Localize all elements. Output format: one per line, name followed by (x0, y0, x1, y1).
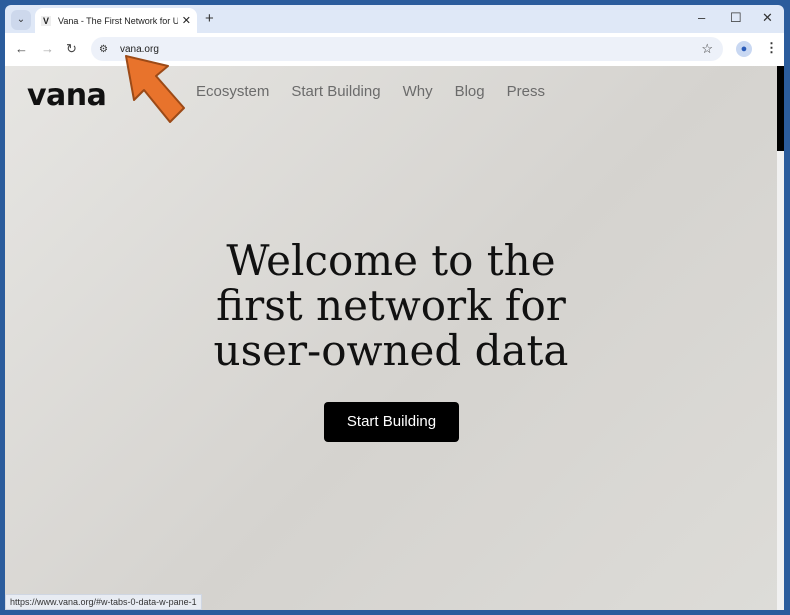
bookmark-star-icon[interactable]: ☆ (701, 41, 713, 57)
nav-start-building[interactable]: Start Building (291, 83, 380, 100)
annotation-arrow-icon (125, 55, 185, 123)
forward-icon[interactable]: → (41, 41, 54, 56)
scrollbar[interactable] (777, 66, 784, 610)
tab-title: Vana - The First Network for User-Owned … (58, 15, 178, 26)
close-window-icon[interactable]: ✕ (762, 10, 773, 26)
active-tab[interactable]: V Vana - The First Network for User-Owne… (35, 8, 197, 33)
minimize-icon[interactable]: – (698, 10, 705, 25)
nav-press[interactable]: Press (507, 83, 545, 100)
nav-ecosystem[interactable]: Ecosystem (196, 83, 269, 100)
site-settings-icon[interactable]: ⚙ (99, 44, 108, 55)
site-nav: Ecosystem Start Building Why Blog Press (196, 83, 545, 100)
scrollbar-thumb[interactable] (777, 66, 784, 151)
nav-why[interactable]: Why (403, 83, 433, 100)
hero-heading: Welcome to the first network for user-ow… (5, 238, 777, 373)
favicon: V (41, 15, 51, 26)
hero-line: first network for (216, 281, 566, 330)
tab-strip: ⌄ V Vana - The First Network for User-Ow… (5, 5, 784, 33)
vana-logo[interactable]: vana (27, 78, 107, 113)
menu-kebab-icon[interactable]: ⋮ (765, 40, 778, 56)
profile-avatar-icon[interactable]: ● (736, 41, 752, 57)
start-building-button[interactable]: Start Building (324, 402, 459, 442)
back-icon[interactable]: ← (15, 41, 28, 56)
hero-line: user-owned data (213, 326, 569, 375)
nav-blog[interactable]: Blog (455, 83, 485, 100)
status-bar-url: https://www.vana.org/#w-tabs-0-data-w-pa… (5, 594, 202, 610)
tab-search-button[interactable]: ⌄ (11, 10, 31, 30)
web-page: vana Ecosystem Start Building Why Blog P… (5, 66, 784, 610)
hero-line: Welcome to the (226, 236, 556, 285)
new-tab-icon[interactable]: + (205, 10, 214, 27)
reload-icon[interactable]: ↻ (66, 41, 77, 57)
close-tab-icon[interactable]: ✕ (182, 14, 191, 27)
maximize-icon[interactable]: ☐ (730, 10, 742, 26)
